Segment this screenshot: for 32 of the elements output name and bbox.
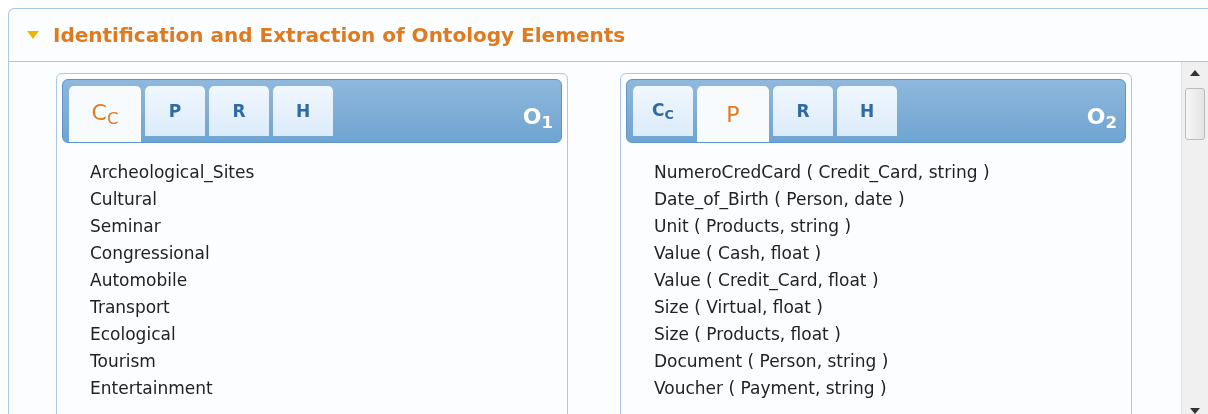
- scroll-up-icon[interactable]: [1190, 70, 1200, 76]
- list-item[interactable]: NumeroCredCard ( Credit_Card, string ): [654, 159, 1126, 186]
- section-title: Identification and Extraction of Ontology Elements: [53, 23, 626, 47]
- list-item[interactable]: Seminar: [90, 213, 562, 240]
- list-item[interactable]: Ecological: [90, 321, 562, 348]
- scroll-thumb[interactable]: [1185, 88, 1205, 140]
- tab[interactable]: P: [145, 86, 205, 136]
- list-item[interactable]: Entertainment: [90, 375, 562, 402]
- list-item[interactable]: Archeological_Sites: [90, 159, 562, 186]
- tab[interactable]: R: [773, 86, 833, 136]
- list-item[interactable]: Cultural: [90, 186, 562, 213]
- list-item[interactable]: Date_of_Birth ( Person, date ): [654, 186, 1126, 213]
- ontology-label: O$_{2}$: [1086, 103, 1117, 133]
- list-item[interactable]: Size ( Virtual, float ): [654, 294, 1126, 321]
- list-item[interactable]: Transport: [90, 294, 562, 321]
- tab[interactable]: H: [273, 86, 333, 136]
- list-item[interactable]: Unit ( Products, string ): [654, 213, 1126, 240]
- list-item[interactable]: Voucher ( Payment, string ): [654, 375, 1126, 402]
- tab[interactable]: R: [209, 86, 269, 136]
- scroll-down-icon[interactable]: [1190, 408, 1200, 414]
- list-item[interactable]: Congressional: [90, 240, 562, 267]
- tab[interactable]: C$_{C}$: [633, 86, 693, 136]
- list-item[interactable]: Tourism: [90, 348, 562, 375]
- list-item[interactable]: Document ( Person, string ): [654, 348, 1126, 375]
- list-item[interactable]: Automobile: [90, 267, 562, 294]
- list-item[interactable]: Value ( Cash, float ): [654, 240, 1126, 267]
- tab[interactable]: H: [837, 86, 897, 136]
- scrollbar[interactable]: [1181, 62, 1208, 414]
- caret-icon[interactable]: [27, 31, 39, 39]
- list-item[interactable]: Value ( Credit_Card, float ): [654, 267, 1126, 294]
- list-item[interactable]: Size ( Products, float ): [654, 321, 1126, 348]
- ontology-label: O$_{1}$: [522, 103, 553, 133]
